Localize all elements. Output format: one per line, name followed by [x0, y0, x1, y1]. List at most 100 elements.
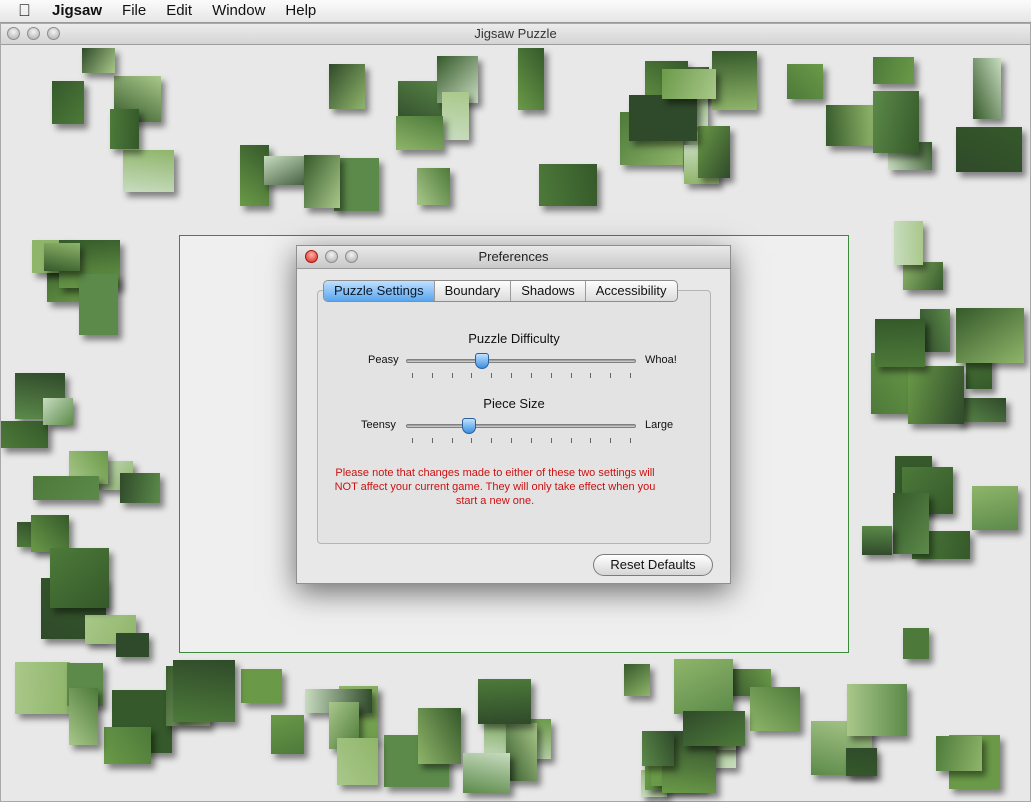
tab-boundary[interactable]: Boundary	[435, 281, 512, 301]
difficulty-max-label: Whoa!	[645, 354, 677, 366]
puzzle-piece[interactable]	[506, 723, 537, 781]
tab-accessibility[interactable]: Accessibility	[586, 281, 677, 301]
menu-file[interactable]: File	[112, 0, 156, 22]
puzzle-piece[interactable]	[629, 95, 697, 141]
puzzle-piece[interactable]	[518, 48, 544, 110]
window-titlebar[interactable]: Jigsaw Puzzle	[1, 24, 1030, 45]
puzzle-piece[interactable]	[442, 92, 469, 140]
puzzle-piece[interactable]	[43, 398, 73, 425]
zoom-window-icon[interactable]	[47, 27, 60, 40]
preferences-titlebar[interactable]: Preferences	[297, 246, 730, 269]
puzzle-piece[interactable]	[123, 150, 174, 192]
minimize-window-icon[interactable]	[27, 27, 40, 40]
slider-tick	[530, 373, 532, 378]
puzzle-piece[interactable]	[31, 515, 69, 552]
puzzle-piece[interactable]	[69, 688, 98, 745]
puzzle-piece[interactable]	[82, 48, 115, 73]
piece-size-ticks	[412, 438, 631, 444]
puzzle-piece[interactable]	[104, 727, 151, 764]
slider-tick	[550, 438, 552, 443]
puzzle-piece[interactable]	[271, 715, 304, 754]
puzzle-piece[interactable]	[624, 664, 650, 696]
piece-size-slider-thumb[interactable]	[461, 418, 476, 434]
puzzle-piece[interactable]	[683, 711, 745, 746]
puzzle-piece[interactable]	[1, 421, 48, 448]
tab-shadows[interactable]: Shadows	[511, 281, 586, 301]
puzzle-piece[interactable]	[674, 659, 733, 714]
puzzle-piece[interactable]	[903, 262, 943, 290]
slider-tick	[570, 438, 572, 443]
puzzle-piece[interactable]	[44, 243, 80, 271]
puzzle-piece[interactable]	[936, 736, 982, 771]
difficulty-ticks	[412, 373, 631, 379]
puzzle-piece[interactable]	[893, 493, 929, 554]
preferences-title: Preferences	[478, 249, 549, 264]
puzzle-piece[interactable]	[908, 366, 964, 424]
puzzle-piece[interactable]	[329, 64, 365, 109]
puzzle-piece[interactable]	[698, 126, 730, 178]
puzzle-piece[interactable]	[241, 669, 282, 703]
puzzle-piece[interactable]	[973, 58, 1001, 119]
puzzle-piece[interactable]	[712, 51, 757, 110]
menu-edit[interactable]: Edit	[156, 0, 202, 22]
puzzle-piece[interactable]	[52, 81, 84, 124]
slider-tick	[491, 438, 493, 443]
puzzle-piece[interactable]	[662, 69, 716, 99]
puzzle-piece[interactable]	[116, 633, 149, 657]
piece-size-slider[interactable]	[406, 418, 636, 434]
slider-tick	[590, 373, 592, 378]
puzzle-piece[interactable]	[972, 486, 1018, 530]
puzzle-piece[interactable]	[846, 748, 877, 776]
puzzle-piece[interactable]	[750, 687, 800, 731]
puzzle-piece[interactable]	[894, 221, 923, 265]
puzzle-piece[interactable]	[539, 164, 597, 206]
puzzle-piece[interactable]	[826, 105, 873, 146]
puzzle-piece[interactable]	[478, 679, 531, 724]
puzzle-piece[interactable]	[956, 127, 1022, 172]
slider-tick	[590, 438, 592, 443]
close-window-icon[interactable]	[7, 27, 20, 40]
difficulty-slider-thumb[interactable]	[475, 353, 490, 369]
puzzle-piece[interactable]	[903, 628, 929, 659]
menu-bar:  Jigsaw File Edit Window Help	[0, 0, 1031, 23]
puzzle-piece[interactable]	[956, 308, 1024, 363]
reset-defaults-button[interactable]: Reset Defaults	[593, 554, 713, 576]
puzzle-piece[interactable]	[110, 109, 139, 149]
puzzle-piece[interactable]	[337, 738, 378, 785]
difficulty-label: Puzzle Difficulty	[468, 331, 560, 346]
puzzle-piece[interactable]	[875, 319, 925, 367]
puzzle-piece[interactable]	[15, 662, 70, 714]
menu-window[interactable]: Window	[202, 0, 275, 22]
apple-icon[interactable]: 	[18, 1, 38, 21]
menu-app-name[interactable]: Jigsaw	[52, 0, 112, 22]
puzzle-piece[interactable]	[50, 548, 109, 608]
puzzle-piece[interactable]	[847, 684, 907, 736]
puzzle-piece[interactable]	[396, 116, 443, 150]
piece-size-min-label: Teensy	[361, 419, 396, 431]
slider-tick	[610, 438, 612, 443]
puzzle-piece[interactable]	[642, 731, 674, 766]
puzzle-piece[interactable]	[862, 526, 892, 555]
puzzle-piece[interactable]	[304, 155, 340, 208]
slider-tick	[431, 438, 433, 443]
tab-puzzle-settings[interactable]: Puzzle Settings	[324, 281, 435, 301]
dialog-controls	[305, 250, 358, 263]
slider-tick	[412, 438, 413, 443]
puzzle-piece[interactable]	[418, 708, 461, 764]
menu-help[interactable]: Help	[275, 0, 326, 22]
puzzle-piece[interactable]	[79, 274, 118, 335]
puzzle-piece[interactable]	[120, 473, 160, 503]
puzzle-piece[interactable]	[33, 476, 99, 500]
slider-tick	[471, 373, 473, 378]
puzzle-piece[interactable]	[463, 753, 510, 793]
puzzle-piece[interactable]	[873, 91, 919, 153]
puzzle-piece[interactable]	[873, 57, 914, 84]
puzzle-piece[interactable]	[173, 660, 235, 722]
slider-tick	[610, 373, 612, 378]
puzzle-piece[interactable]	[787, 64, 823, 99]
puzzle-piece[interactable]	[417, 168, 450, 205]
close-icon[interactable]	[305, 250, 318, 263]
slider-tick	[630, 438, 631, 443]
difficulty-slider[interactable]	[406, 353, 636, 369]
puzzle-piece[interactable]	[334, 158, 379, 211]
